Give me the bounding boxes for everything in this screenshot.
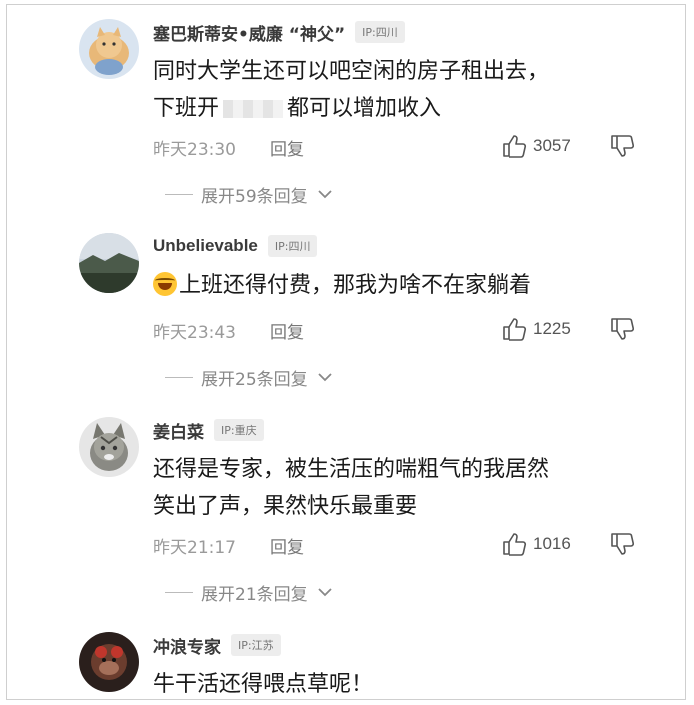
ip-location-badge: IP:四川 (355, 21, 405, 43)
reply-button[interactable]: 回复 (270, 533, 304, 558)
blurred-text (223, 100, 284, 118)
comment-line-part: 都可以增加收入 (287, 96, 442, 121)
comment-header: Unbelievable IP:四川 (153, 233, 318, 259)
expand-replies-button[interactable]: 展开21条回复 (165, 580, 334, 605)
like-count: 1016 (533, 534, 571, 553)
chevron-down-icon (318, 588, 332, 597)
comment-text: 同时大学生还可以吧空闲的房子租出去， 下班开 都可以增加收入 (153, 53, 549, 127)
username[interactable]: 姜白菜 (153, 418, 204, 443)
avatar-landscape-image (79, 233, 139, 293)
dislike-button[interactable] (609, 316, 635, 342)
comment-header: 塞巴斯蒂安•威廉 “神父” IP:四川 (153, 19, 405, 45)
comment-line: 同时大学生还可以吧空闲的房子租出去， (153, 59, 550, 84)
expand-replies-label: 展开21条回复 (201, 584, 308, 605)
expand-replies-label: 展开25条回复 (201, 369, 308, 390)
comment-line: 还得是专家，被生活压的喘粗气的我居然 (153, 457, 550, 482)
dislike-button[interactable] (609, 133, 635, 159)
comment-header: 冲浪专家 IP:江苏 (153, 632, 281, 658)
like-button[interactable]: 1016 (501, 531, 571, 557)
comment-text: 上班还得付费，那我为啥不在家躺着 (153, 267, 531, 304)
timestamp: 昨天23:43 (153, 323, 236, 343)
comment-line: 牛干活还得喂点草呢！ (153, 672, 374, 697)
reply-button[interactable]: 回复 (270, 135, 304, 160)
divider-line (165, 591, 193, 593)
divider-line (165, 193, 193, 195)
dislike-button[interactable] (609, 531, 635, 557)
timestamp: 昨天21:17 (153, 538, 236, 558)
thumbs-down-icon (611, 135, 635, 157)
comment-meta: 昨天21:17 回复 1016 (153, 533, 643, 559)
thumbs-down-icon (611, 318, 635, 340)
username[interactable]: 塞巴斯蒂安•威廉 “神父” (153, 20, 345, 45)
divider-line (165, 376, 193, 378)
reply-button[interactable]: 回复 (270, 318, 304, 343)
avatar[interactable] (79, 233, 139, 293)
chevron-down-icon (318, 190, 332, 199)
comment-line-part: 上班还得付费，那我为啥不在家躺着 (179, 273, 532, 298)
like-count: 3057 (533, 136, 571, 155)
username[interactable]: 冲浪专家 (153, 633, 221, 658)
avatar-cat-image (79, 417, 139, 477)
ip-location-badge: IP:江苏 (231, 634, 281, 656)
expand-replies-button[interactable]: 展开25条回复 (165, 365, 334, 390)
avatar-cat-image (79, 19, 139, 79)
comment-header: 姜白菜 IP:重庆 (153, 417, 264, 443)
like-button[interactable]: 3057 (501, 133, 571, 159)
expand-replies-label: 展开59条回复 (201, 186, 308, 207)
comment-text: 还得是专家，被生活压的喘粗气的我居然 笑出了声，果然快乐最重要 (153, 451, 549, 525)
comment-text: 牛干活还得喂点草呢！ (153, 666, 374, 699)
comment-meta: 昨天23:43 回复 1225 (153, 318, 643, 344)
avatar[interactable] (79, 632, 139, 692)
thumbs-up-icon (503, 533, 527, 556)
comment-line-part: 下班开 (153, 96, 220, 121)
avatar[interactable] (79, 417, 139, 477)
comment-line: 上班还得付费，那我为啥不在家躺着 (153, 267, 531, 304)
ip-location-badge: IP:重庆 (214, 419, 264, 441)
thumbs-up-icon (503, 135, 527, 158)
avatar-monkey-image (79, 632, 139, 692)
laughing-emoji-icon (153, 272, 177, 296)
comment-list: 塞巴斯蒂安•威廉 “神父” IP:四川 同时大学生还可以吧空闲的房子租出去， 下… (6, 4, 686, 700)
thumbs-down-icon (611, 533, 635, 555)
expand-replies-button[interactable]: 展开59条回复 (165, 182, 334, 207)
comment-line: 笑出了声，果然快乐最重要 (153, 494, 418, 519)
timestamp: 昨天23:30 (153, 140, 236, 160)
comment-line: 下班开 都可以增加收入 (153, 90, 549, 127)
comment-meta: 昨天23:30 回复 3057 (153, 135, 643, 161)
avatar[interactable] (79, 19, 139, 79)
like-button[interactable]: 1225 (501, 316, 571, 342)
thumbs-up-icon (503, 318, 527, 341)
username[interactable]: Unbelievable (153, 236, 258, 256)
like-count: 1225 (533, 319, 571, 338)
ip-location-badge: IP:四川 (267, 235, 318, 257)
chevron-down-icon (318, 373, 332, 382)
